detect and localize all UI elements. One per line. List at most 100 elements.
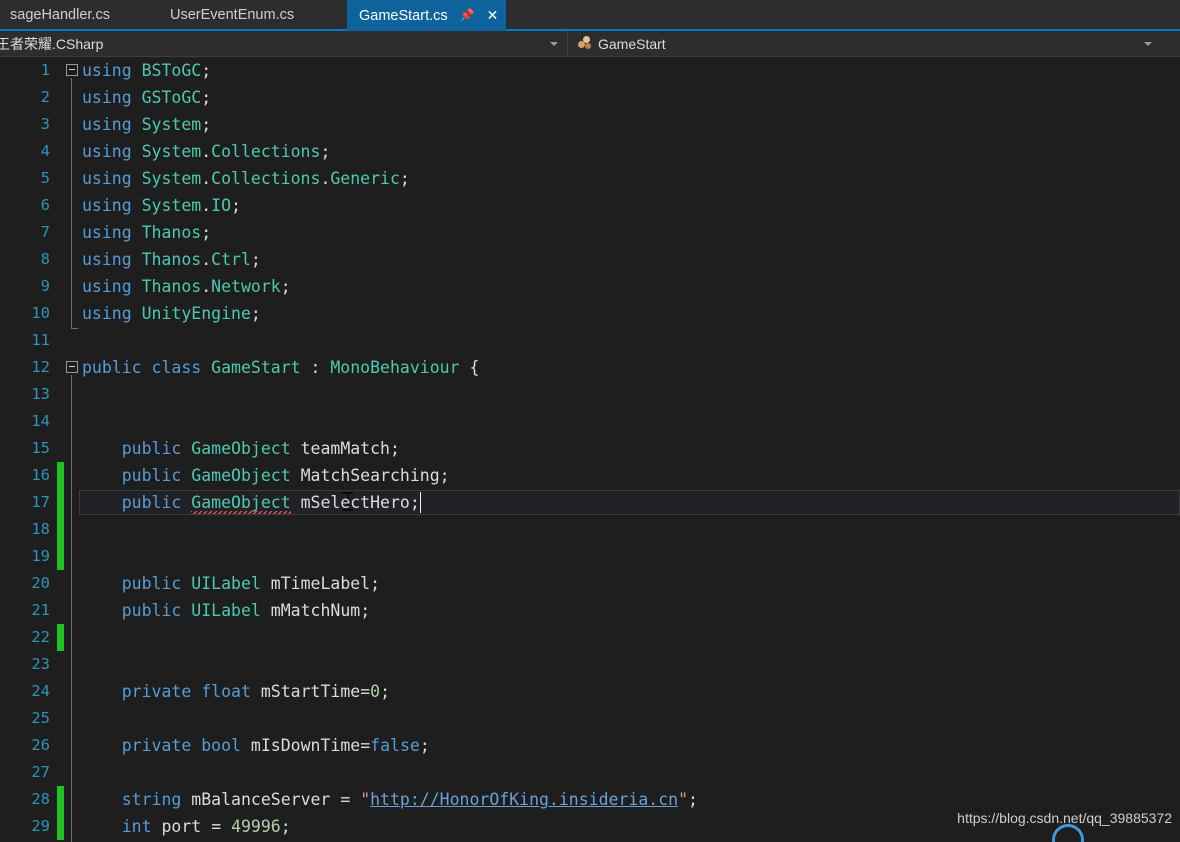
line-number: 15: [31, 439, 50, 457]
member-scope-label: GameStart: [598, 35, 666, 52]
error-token: GameObject: [191, 493, 291, 514]
code-line[interactable]: 10 using UnityEngine;: [0, 300, 1180, 327]
tab-label: sageHandler.cs: [10, 6, 110, 23]
chevron-down-icon[interactable]: [1144, 41, 1152, 46]
code-text: public UILabel mTimeLabel;: [121, 574, 381, 593]
line-number: 2: [40, 88, 50, 106]
code-text: public class GameStart : MonoBehaviour {: [82, 358, 480, 377]
change-indicator-bar: [57, 813, 64, 840]
code-line[interactable]: 26 private bool mIsDownTime=false;: [0, 732, 1180, 759]
editor-tab-bar: sageHandler.cs UserEventEnum.cs GameStar…: [0, 0, 1180, 31]
change-indicator-bar: [57, 489, 64, 516]
code-line[interactable]: 20 public UILabel mTimeLabel;: [0, 570, 1180, 597]
code-editor-surface[interactable]: 1 using BSToGC; 2 using GSToGC; 3 using Syste…: [0, 57, 1180, 842]
code-text: using Thanos.Network;: [82, 277, 291, 296]
code-line[interactable]: 19: [0, 543, 1180, 570]
code-line[interactable]: 12 public class GameStart : MonoBehaviour…: [0, 354, 1180, 381]
code-line[interactable]: 9 using Thanos.Network;: [0, 273, 1180, 300]
code-line[interactable]: 24 private float mStartTime=0;: [0, 678, 1180, 705]
tab-usereventenum[interactable]: UserEventEnum.cs: [160, 0, 304, 29]
code-text: int port = 49996;: [121, 817, 291, 836]
line-number: 4: [40, 142, 50, 160]
fold-guide-end: [71, 328, 78, 329]
code-text: private float mStartTime=0;: [121, 682, 390, 701]
line-number: 19: [31, 547, 50, 565]
code-line[interactable]: 16 public GameObject MatchSearching;: [0, 462, 1180, 489]
project-scope-label: 王者荣耀.CSharp: [0, 35, 104, 52]
navigation-breadcrumb-bar: 王者荣耀.CSharp GameStart: [0, 31, 1180, 79]
code-lines-container: 1 using BSToGC; 2 using GSToGC; 3 using Syste…: [0, 57, 1180, 840]
code-text: public UILabel mMatchNum;: [121, 601, 371, 620]
change-indicator-bar: [57, 624, 64, 651]
code-line[interactable]: 21 public UILabel mMatchNum;: [0, 597, 1180, 624]
code-line[interactable]: 1 using BSToGC;: [0, 57, 1180, 84]
change-indicator-bar: [57, 516, 64, 543]
code-line[interactable]: 7 using Thanos;: [0, 219, 1180, 246]
code-line[interactable]: 22: [0, 624, 1180, 651]
line-number: 27: [31, 763, 50, 781]
code-line[interactable]: 18: [0, 516, 1180, 543]
url-hyperlink[interactable]: http://HonorOfKing.insideria.cn: [370, 790, 678, 809]
fold-guide-line: [71, 78, 72, 328]
code-text: using UnityEngine;: [82, 304, 261, 323]
code-text: using Thanos;: [82, 223, 212, 242]
line-number: 29: [31, 817, 50, 835]
line-number: 20: [31, 574, 50, 592]
change-indicator-bar: [57, 786, 64, 813]
member-scope-dropdown[interactable]: GameStart: [568, 31, 1180, 56]
code-text: using System.IO;: [82, 196, 241, 215]
line-number: 25: [31, 709, 50, 727]
code-text: using BSToGC;: [82, 61, 212, 80]
code-line[interactable]: 2 using GSToGC;: [0, 84, 1180, 111]
chevron-down-icon[interactable]: [550, 41, 558, 46]
code-line[interactable]: 23: [0, 651, 1180, 678]
code-text: string mBalanceServer = "http://HonorOfK…: [121, 790, 698, 809]
line-number: 13: [31, 385, 50, 403]
line-number: 14: [31, 412, 50, 430]
tab-label: GameStart.cs: [359, 7, 448, 24]
code-text: public GameObject MatchSearching;: [121, 466, 450, 485]
code-line[interactable]: 25: [0, 705, 1180, 732]
collapse-minus-icon[interactable]: [66, 361, 78, 373]
line-number: 23: [31, 655, 50, 673]
csharp-class-icon: [578, 36, 593, 51]
code-line[interactable]: 27: [0, 759, 1180, 786]
line-number: 26: [31, 736, 50, 754]
code-line[interactable]: 4 using System.Collections;: [0, 138, 1180, 165]
line-number: 17: [31, 493, 50, 511]
line-number: 8: [40, 250, 50, 268]
code-line[interactable]: 6 using System.IO;: [0, 192, 1180, 219]
line-number: 12: [31, 358, 50, 376]
code-line[interactable]: 11: [0, 327, 1180, 354]
line-number: 10: [31, 304, 50, 322]
visual-studio-editor-window: sageHandler.cs UserEventEnum.cs GameStar…: [0, 0, 1180, 842]
code-text: using Thanos.Ctrl;: [82, 250, 261, 269]
tab-gamestart[interactable]: GameStart.cs 📌 ✕: [347, 0, 507, 31]
code-line[interactable]: 3 using System;: [0, 111, 1180, 138]
line-number: 16: [31, 466, 50, 484]
project-scope-dropdown[interactable]: 王者荣耀.CSharp: [0, 31, 568, 56]
line-number: 7: [40, 223, 50, 241]
change-indicator-bar: [57, 543, 64, 570]
code-line[interactable]: 8 using Thanos.Ctrl;: [0, 246, 1180, 273]
fold-guide-line: [71, 375, 72, 842]
collapse-minus-icon[interactable]: [66, 64, 78, 76]
code-line[interactable]: 28 string mBalanceServer = "http://Honor…: [0, 786, 1180, 813]
close-icon[interactable]: ✕: [487, 9, 499, 23]
tab-sagehandler[interactable]: sageHandler.cs: [0, 0, 120, 29]
code-line[interactable]: 17 public GameObject mSelectHero;: [0, 489, 1180, 516]
line-number: 5: [40, 169, 50, 187]
tab-label: UserEventEnum.cs: [170, 6, 295, 23]
line-number: 18: [31, 520, 50, 538]
pin-icon[interactable]: 📌: [460, 9, 475, 21]
code-text: using GSToGC;: [82, 88, 212, 107]
code-line[interactable]: 13: [0, 381, 1180, 408]
code-text: using System.Collections.Generic;: [82, 169, 410, 188]
code-text: public GameObject teamMatch;: [121, 439, 400, 458]
code-line[interactable]: 14: [0, 408, 1180, 435]
code-line[interactable]: 15 public GameObject teamMatch;: [0, 435, 1180, 462]
code-text: using System.Collections;: [82, 142, 331, 161]
code-line[interactable]: 5 using System.Collections.Generic;: [0, 165, 1180, 192]
line-number: 24: [31, 682, 50, 700]
change-indicator-bar: [57, 462, 64, 489]
